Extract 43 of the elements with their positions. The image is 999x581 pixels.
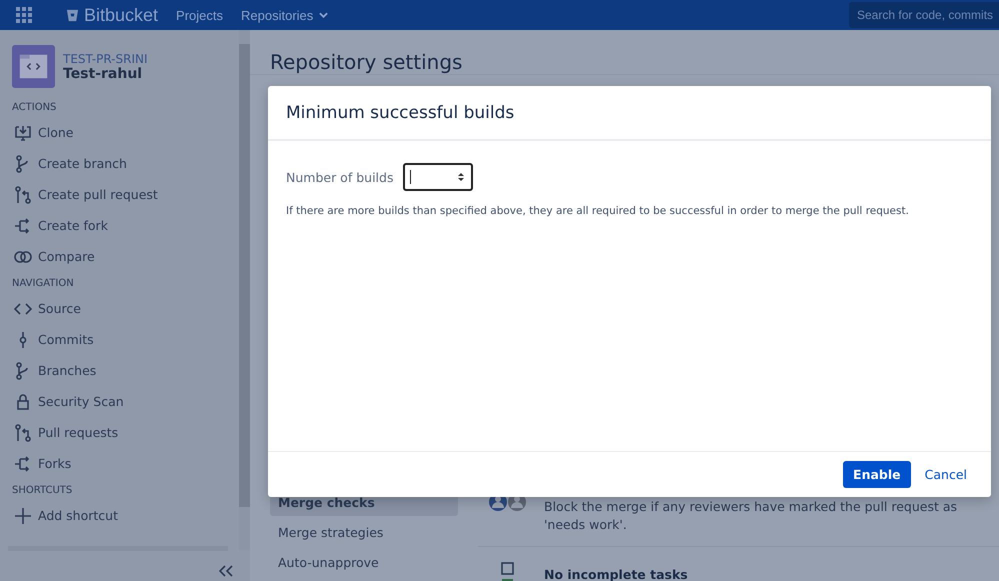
pull-request-icon [14,424,32,442]
project-link[interactable]: TEST-PR-SRINI [63,52,148,66]
bucket-logo-icon[interactable] [66,8,79,22]
dialog-title: Minimum successful builds [286,102,514,122]
spinner-arrows-icon[interactable] [457,171,465,183]
top-nav-link[interactable]: Projects [176,8,224,22]
sidebar-item[interactable]: Security Scan [14,386,124,417]
settings-nav-item[interactable]: Auto-unapprove [270,549,458,576]
section-heading: SHORTCUTS [12,485,72,496]
sidebar-item[interactable]: Clone [14,117,74,148]
repository-name: Test-rahul [63,66,144,82]
pull-request-icon [14,186,32,204]
sidebar-item[interactable]: Commits [14,324,94,355]
sidebar-item[interactable]: Create fork [14,210,108,241]
app-grid-icon[interactable] [16,7,32,23]
section-heading: NAVIGATION [12,278,74,289]
sidebar-item[interactable]: Add shortcut [14,500,118,531]
sidebar-item[interactable]: Branches [14,355,96,386]
product-name[interactable]: Bitbucket [84,4,158,26]
collapse-icon[interactable] [219,565,233,577]
sidebar-item[interactable]: Compare [14,241,95,272]
plus-icon [14,506,32,524]
check-description: Block the merge if any reviewers have marked the pull request as 'needs work'. [544,498,958,534]
page-title: Repository settings [250,50,999,75]
help-text: If there are more builds than specified above, they are all required to be successful in order to merge the pull request. [286,205,910,217]
search-field[interactable]: Search for code, commits [849,2,999,28]
repository-avatar-icon [12,45,55,88]
sidebar-item[interactable]: Pull requests [14,417,118,448]
sidebar-item[interactable]: Source [14,293,81,324]
scrollbar[interactable] [239,30,250,550]
fork-icon [14,454,32,472]
section-heading: ACTIONS [12,102,56,113]
settings-nav-item[interactable]: Merge strategies [270,519,458,546]
cancel-link[interactable]: Cancel [914,461,977,488]
lock-icon [14,392,32,410]
download-icon [14,124,32,142]
top-nav-link[interactable]: Repositories [241,8,328,22]
sidebar-item[interactable]: Forks [14,448,72,479]
sidebar-item[interactable]: Create branch [14,148,127,179]
number-input[interactable] [403,163,473,191]
sidebar-item[interactable]: Create pull request [14,179,158,210]
enable-button[interactable]: Enable [843,461,911,488]
fork-icon [14,216,32,234]
